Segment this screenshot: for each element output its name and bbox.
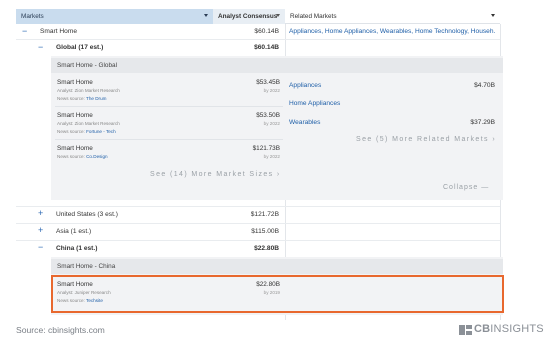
cbinsights-logo-text: CBINSIGHTS	[474, 323, 544, 335]
news-source-label: News source:	[57, 129, 85, 134]
see-more-sizes-label: See (14) More Market Sizes	[150, 171, 274, 178]
estimate-date: by 2019	[263, 290, 280, 295]
related-header-label: Related Markets	[290, 12, 337, 20]
news-source-link[interactable]: The Drum	[86, 96, 106, 101]
consensus-column-header[interactable]: Analyst Consensus	[213, 9, 285, 24]
chevron-down-icon[interactable]	[491, 14, 495, 17]
chevron-down-icon[interactable]	[204, 14, 208, 17]
estimate-value: $53.50B	[256, 112, 280, 119]
estimate-date: by 2022	[263, 154, 280, 159]
estimate-value: $53.45B	[256, 79, 280, 86]
related-market-link[interactable]: Appliances	[289, 82, 321, 89]
collapse-button[interactable]: Collapse —	[443, 184, 489, 191]
panel-title: Smart Home - Global	[51, 58, 503, 73]
collapse-label: Collapse	[443, 184, 479, 191]
expand-toggle-asia[interactable]: +	[38, 226, 43, 235]
estimate-value: $22.80B	[256, 281, 280, 288]
collapse-toggle-smart-home[interactable]: −	[22, 27, 27, 36]
collapse-toggle-global[interactable]: −	[38, 43, 43, 52]
value-us: $121.72B	[250, 211, 279, 218]
markets-header-label: Markets	[21, 13, 44, 20]
chevron-right-icon: ›	[276, 171, 281, 178]
expand-toggle-us[interactable]: +	[38, 209, 43, 218]
news-source-link[interactable]: Fortune - Tech	[86, 129, 116, 134]
related-market-value: $4.70B	[474, 82, 495, 89]
related-summary-link[interactable]: Appliances, Home Appliances, Wearables, …	[289, 28, 495, 35]
estimate-analyst: Analyst: Zion Market Research	[57, 88, 120, 93]
row-divider	[16, 39, 500, 40]
row-divider	[16, 206, 500, 207]
card-divider	[55, 139, 283, 140]
news-source-label: News source:	[57, 96, 85, 101]
news-source-link[interactable]: Co.Design	[86, 154, 107, 159]
see-more-sizes-link[interactable]: See (14) More Market Sizes ›	[150, 171, 281, 178]
value-global: $60.14B	[254, 44, 279, 51]
card-divider	[55, 106, 283, 107]
chevron-right-icon: ›	[492, 136, 497, 143]
related-column-header[interactable]: Related Markets	[285, 9, 500, 24]
related-market-value: $37.29B	[470, 119, 495, 126]
value-smart-home: $60.14B	[254, 28, 279, 35]
news-source-link[interactable]: Techsite	[86, 298, 103, 303]
estimate-name: Smart Home	[57, 79, 93, 86]
estimate-analyst: Analyst: Zion Market Research	[57, 121, 120, 126]
estimate-name: Smart Home	[57, 112, 93, 119]
estimate-value: $121.73B	[252, 145, 280, 152]
related-market-link[interactable]: Wearables	[289, 119, 320, 126]
region-name-global[interactable]: Global (17 est.)	[56, 44, 103, 51]
news-source-label: News source:	[57, 298, 85, 303]
source-caption: Source: cbinsights.com	[16, 325, 105, 335]
markets-column-header[interactable]: Markets	[16, 9, 213, 24]
cbinsights-logo-icon	[459, 325, 472, 335]
global-detail-panel: Smart Home - Global	[51, 56, 503, 200]
estimate-date: by 2022	[263, 121, 280, 126]
region-name-us[interactable]: United States (3 est.)	[56, 211, 118, 218]
minus-icon: —	[481, 184, 490, 191]
collapse-toggle-china[interactable]: −	[38, 243, 43, 252]
estimate-name: Smart Home	[57, 145, 93, 152]
see-more-related-link[interactable]: See (5) More Related Markets ›	[356, 136, 496, 143]
panel-title: Smart Home - China	[51, 259, 503, 274]
market-name-smart-home[interactable]: Smart Home	[40, 28, 77, 35]
consensus-header-label: Analyst Consensus	[218, 13, 278, 20]
chevron-down-icon[interactable]	[276, 14, 280, 17]
value-asia: $115.00B	[251, 228, 279, 235]
value-china: $22.80B	[254, 245, 279, 252]
region-name-china[interactable]: China (1 est.)	[56, 245, 97, 252]
estimate-name: Smart Home	[57, 281, 93, 288]
region-name-asia[interactable]: Asia (1 est.)	[56, 228, 91, 235]
news-source-label: News source:	[57, 154, 85, 159]
estimate-analyst: Analyst: Juniper Research	[57, 290, 111, 295]
related-market-link[interactable]: Home Appliances	[289, 100, 340, 107]
estimate-date: by 2022	[263, 88, 280, 93]
row-divider	[16, 240, 500, 241]
see-more-related-label: See (5) More Related Markets	[356, 136, 489, 143]
row-divider	[16, 223, 500, 224]
